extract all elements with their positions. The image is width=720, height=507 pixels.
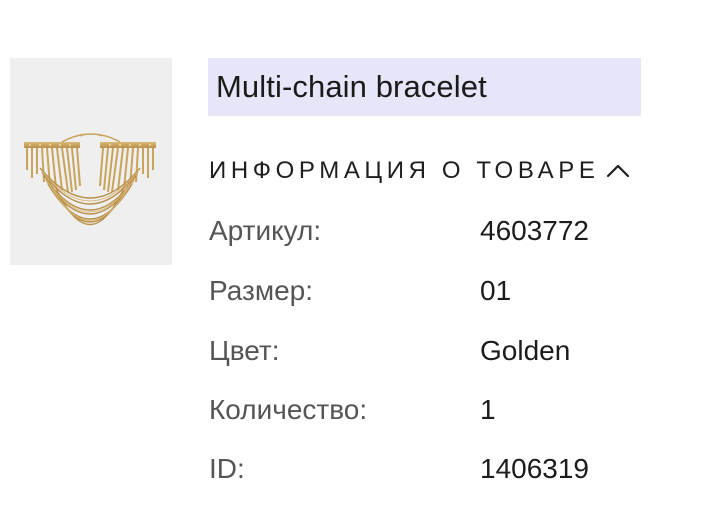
info-row-color: Цвет: Golden	[209, 331, 669, 371]
info-row-quantity: Количество: 1	[209, 390, 669, 430]
product-info-toggle[interactable]: ИНФОРМАЦИЯ О ТОВАРЕ	[209, 152, 631, 190]
info-value: 1406319	[480, 453, 590, 484]
info-label: Размер:	[209, 275, 314, 306]
info-value: 4603772	[480, 215, 590, 246]
info-row-id: ID: 1406319	[209, 449, 669, 489]
info-value: 01	[480, 275, 512, 306]
bracelet-image	[24, 133, 156, 226]
product-title[interactable]: Multi-chain bracelet	[216, 69, 487, 105]
product-info-heading: ИНФОРМАЦИЯ О ТОВАРЕ	[209, 157, 600, 184]
info-value: 1	[480, 394, 496, 425]
product-title-bar[interactable]: Multi-chain bracelet	[208, 58, 641, 116]
info-label: ID:	[209, 453, 245, 484]
chevron-up-icon	[607, 164, 630, 178]
info-label: Цвет:	[209, 335, 280, 366]
info-row-size: Размер: 01	[209, 271, 669, 311]
info-row-article: Артикул: 4603772	[209, 211, 669, 251]
info-label: Количество:	[209, 394, 368, 425]
product-thumbnail[interactable]	[10, 58, 172, 265]
info-label: Артикул:	[209, 215, 322, 246]
order-item-card: Multi-chain bracelet ИНФОРМАЦИЯ О ТОВАРЕ…	[0, 0, 720, 507]
info-value: Golden	[480, 335, 571, 366]
